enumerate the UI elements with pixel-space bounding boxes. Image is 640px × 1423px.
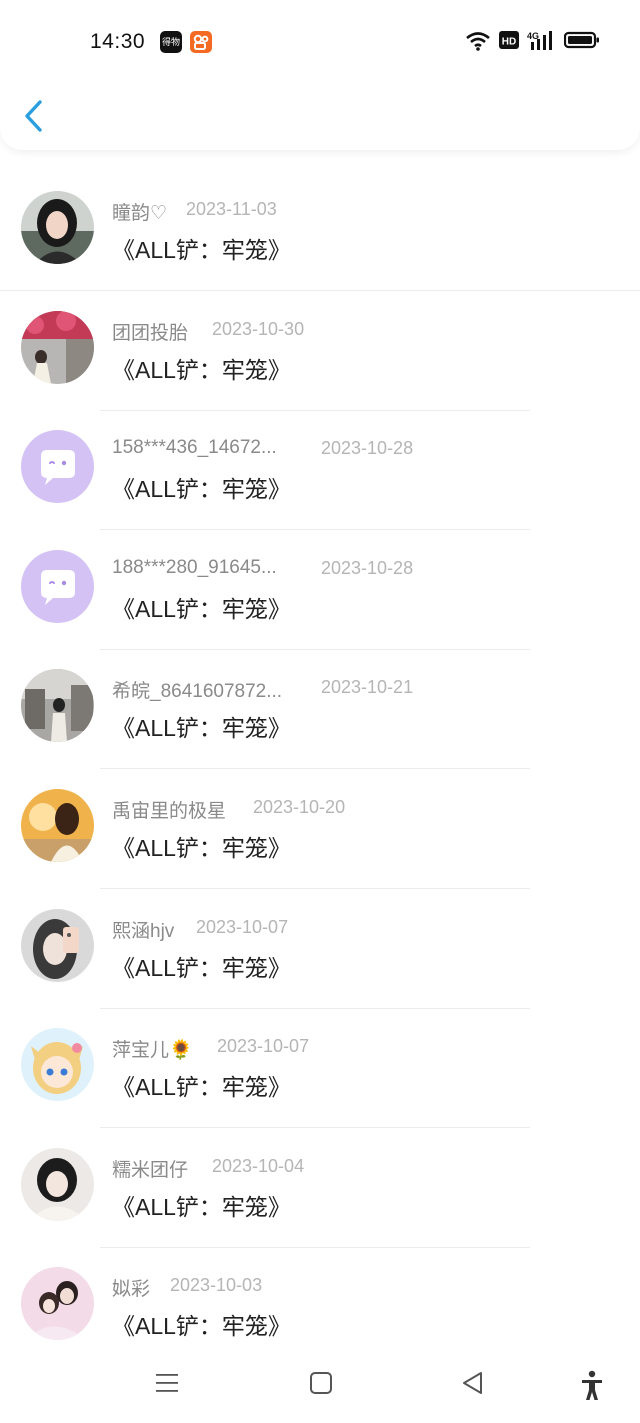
- user-name: 188***280_91645...: [112, 556, 277, 578]
- book-title[interactable]: 《ALL铲：牢笼》: [112, 351, 291, 385]
- system-nav-bar: [0, 1352, 640, 1423]
- user-avatar[interactable]: [21, 310, 94, 384]
- book-title[interactable]: 《ALL铲：牢笼》: [112, 709, 291, 743]
- book-title[interactable]: 《ALL铲：牢笼》: [112, 1188, 291, 1222]
- list-item[interactable]: 姒彩 2023-10-03 《ALL铲：牢笼》: [0, 1226, 640, 1346]
- default-avatar[interactable]: [21, 430, 94, 504]
- svg-text:HD: HD: [502, 37, 516, 48]
- reader-list: 瞳韵♡ 2023-11-03 《ALL铲：牢笼》 团团投胎 2023-10-30…: [0, 150, 640, 1346]
- book-title[interactable]: 《ALL铲：牢笼》: [112, 1068, 291, 1102]
- app-dewu-icon: 得物: [160, 31, 182, 53]
- user-name: 希皖_8641607872...: [112, 681, 283, 703]
- back-chevron-icon[interactable]: [20, 98, 50, 134]
- user-avatar[interactable]: [21, 788, 94, 862]
- list-item[interactable]: 萍宝儿🌻 2023-10-07 《ALL铲：牢笼》: [0, 987, 640, 1129]
- accessibility-icon[interactable]: [580, 1370, 604, 1402]
- list-item[interactable]: 188***280_91645... 2023-10-28 《ALL铲：牢笼》: [0, 509, 640, 650]
- book-title[interactable]: 《ALL铲：牢笼》: [112, 231, 291, 265]
- user-name: 熙涵hjv: [112, 920, 175, 942]
- list-item[interactable]: 希皖_8641607872... 2023-10-21 《ALL铲：牢笼》: [0, 628, 640, 770]
- user-avatar[interactable]: [21, 669, 94, 743]
- status-time: 14:30: [90, 30, 146, 53]
- user-avatar[interactable]: [21, 908, 94, 982]
- status-bar: 14:30 得物 HD 4G: [0, 0, 640, 84]
- list-item[interactable]: 158***436_14672... 2023-10-28 《ALL铲：牢笼》: [0, 389, 640, 531]
- date: 2023-10-03: [170, 1275, 263, 1296]
- hd-icon: HD: [499, 31, 519, 49]
- book-title[interactable]: 《ALL铲：牢笼》: [112, 1307, 291, 1341]
- user-name: 团团投胎: [112, 322, 189, 344]
- date: 2023-11-03: [186, 199, 277, 219]
- book-title[interactable]: 《ALL铲：牢笼》: [112, 829, 291, 863]
- list-item[interactable]: 团团投胎 2023-10-30 《ALL铲：牢笼》: [0, 270, 640, 411]
- signal-4g-icon: 4G: [527, 31, 552, 50]
- user-name: 萍宝儿🌻: [112, 1040, 193, 1062]
- user-avatar[interactable]: [21, 1267, 94, 1341]
- list-item[interactable]: 糯米团仔 2023-10-04 《ALL铲：牢笼》: [0, 1107, 640, 1248]
- battery-icon: [564, 31, 599, 49]
- header: 14:30 得物 HD 4G: [0, 0, 640, 150]
- menu-icon[interactable]: [155, 1370, 179, 1396]
- user-name: 瞳韵♡: [112, 203, 168, 224]
- list-item[interactable]: 禹宙里的极星 2023-10-20 《ALL铲：牢笼》: [0, 748, 640, 889]
- user-name: 158***436_14672...: [112, 437, 277, 459]
- app-kuaishou-icon: [190, 31, 212, 53]
- date: 2023-10-30: [212, 318, 305, 339]
- user-avatar[interactable]: [21, 191, 94, 264]
- list-item[interactable]: 瞳韵♡ 2023-11-03 《ALL铲：牢笼》: [0, 150, 640, 291]
- wifi-icon: [466, 32, 490, 51]
- date: 2023-10-28: [321, 438, 414, 459]
- home-square-icon[interactable]: [309, 1370, 333, 1396]
- user-avatar[interactable]: [21, 1147, 94, 1221]
- book-title[interactable]: 《ALL铲：牢笼》: [112, 470, 291, 504]
- date: 2023-10-20: [253, 796, 346, 817]
- date: 2023-10-04: [212, 1155, 305, 1176]
- book-title[interactable]: 《ALL铲：牢笼》: [112, 590, 291, 624]
- date: 2023-10-28: [321, 557, 414, 578]
- date: 2023-10-21: [321, 677, 414, 698]
- list-item[interactable]: 熙涵hjv 2023-10-07 《ALL铲：牢笼》: [0, 868, 640, 1009]
- date: 2023-10-07: [217, 1036, 310, 1057]
- book-title[interactable]: 《ALL铲：牢笼》: [112, 949, 291, 983]
- user-name: 糯米团仔: [112, 1159, 189, 1181]
- default-avatar[interactable]: [21, 549, 94, 623]
- back-triangle-icon[interactable]: [461, 1370, 485, 1396]
- user-avatar[interactable]: [21, 1028, 94, 1102]
- user-name: 姒彩: [112, 1279, 151, 1301]
- date: 2023-10-07: [196, 916, 289, 937]
- user-name: 禹宙里的极星: [112, 800, 227, 822]
